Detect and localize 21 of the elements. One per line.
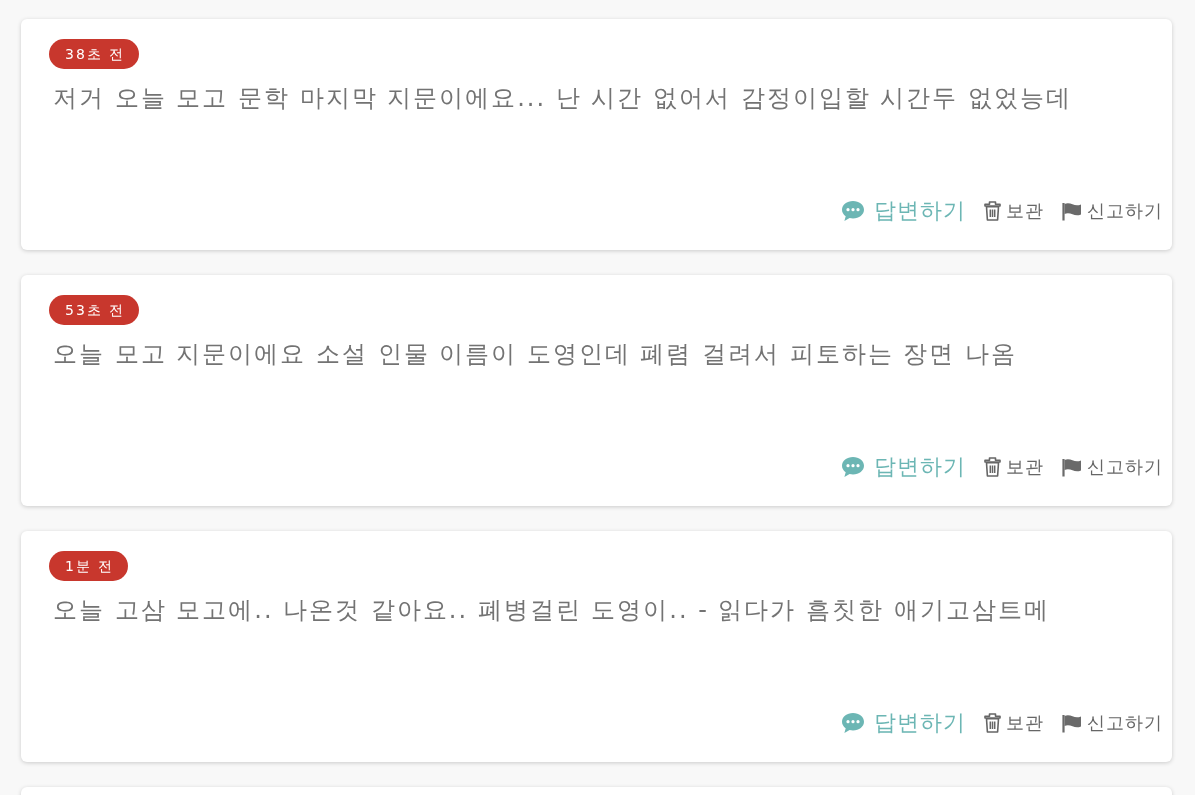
report-button[interactable]: 신고하기 <box>1062 711 1163 735</box>
report-button[interactable]: 신고하기 <box>1062 199 1163 223</box>
chat-bubble-icon <box>841 456 865 478</box>
chat-bubble-icon <box>841 712 865 734</box>
trash-icon <box>984 201 1001 221</box>
archive-button[interactable]: 보관 <box>984 199 1044 223</box>
time-badge: 1분 전 <box>49 551 129 581</box>
archive-button[interactable]: 보관 <box>984 711 1044 735</box>
flag-icon <box>1062 713 1082 733</box>
time-badge: 53초 전 <box>49 295 140 325</box>
flag-icon <box>1062 457 1082 477</box>
chat-bubble-icon <box>841 200 865 222</box>
report-button[interactable]: 신고하기 <box>1062 455 1163 479</box>
flag-icon <box>1062 201 1082 221</box>
archive-button[interactable]: 보관 <box>984 455 1044 479</box>
trash-icon <box>984 457 1001 477</box>
question-text: 오늘 고삼 모고에.. 나온것 같아요.. 폐병걸린 도영이.. - 읽다가 흠칫한 애기고삼트메 <box>53 595 1051 626</box>
question-text: 저거 오늘 모고 문학 마지막 지문이에요... 난 시간 없어서 감정이입할 시간두 없었능데 <box>53 83 1073 114</box>
trash-icon <box>984 713 1001 733</box>
question-text: 오늘 모고 지문이에요 소설 인물 이름이 도영인데 폐렴 걸려서 피토하는 장면 나옴 <box>53 339 1018 370</box>
time-badge: 38초 전 <box>49 39 140 69</box>
